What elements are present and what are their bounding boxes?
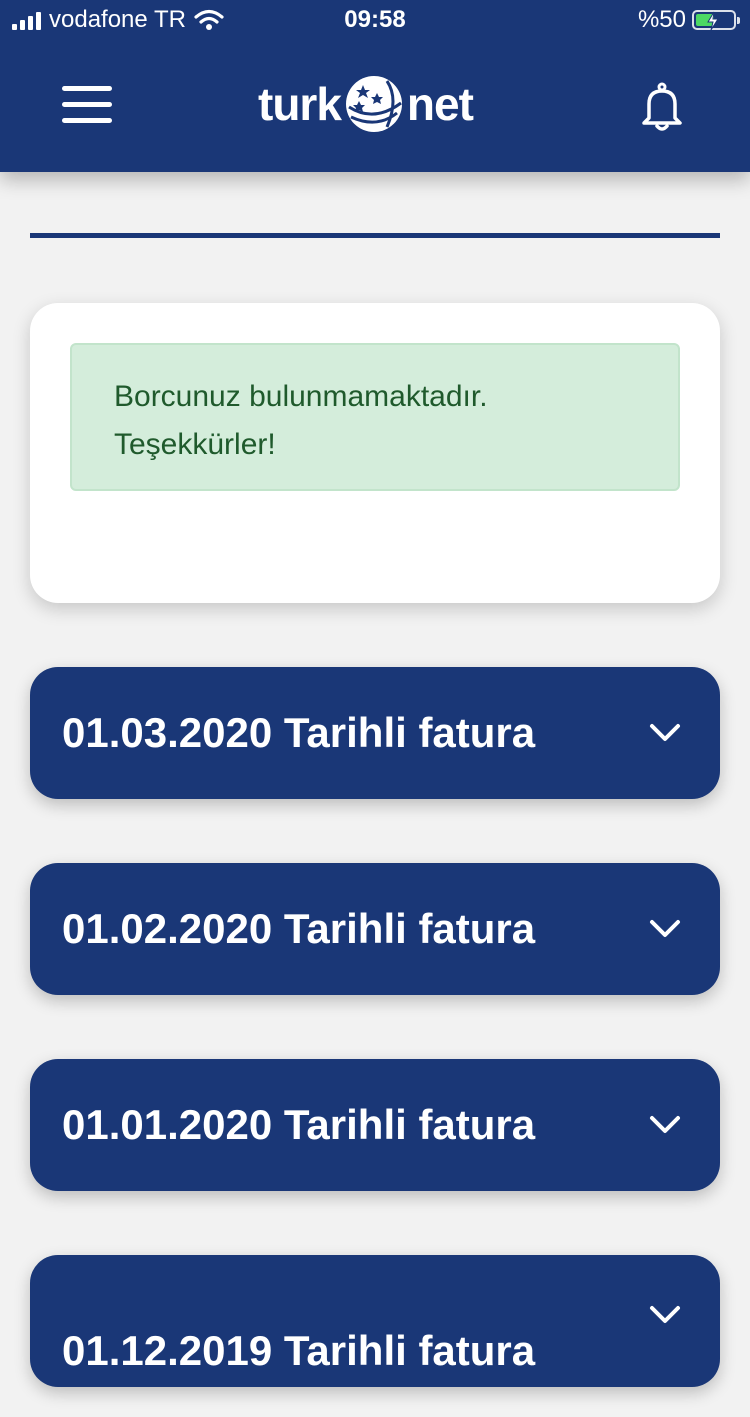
battery-percent: %50	[637, 6, 686, 33]
globe-icon	[345, 76, 402, 132]
no-debt-alert: Borcunuz bulunmamaktadır. Teşekkürler!	[70, 343, 680, 491]
battery-icon	[692, 10, 740, 31]
battery-info: %50	[637, 6, 740, 34]
logo-text-net: net	[406, 78, 474, 130]
page-content: Faturalarım Borcunuz bulunmamaktadır. Te…	[0, 0, 750, 1387]
turknet-logo[interactable]: turk net	[258, 68, 498, 140]
status-bar: vodafone TR 09:58 %50	[0, 0, 750, 42]
invoice-accordion-2019-12[interactable]: 01.12.2019 Tarihli fatura	[30, 1255, 720, 1387]
top-bar: vodafone TR 09:58 %50 turk net	[0, 0, 750, 172]
balance-card: Borcunuz bulunmamaktadır. Teşekkürler!	[30, 303, 720, 603]
chevron-down-icon	[650, 920, 680, 937]
title-divider	[30, 233, 720, 238]
bell-icon	[642, 82, 682, 131]
invoice-label: 01.12.2019 Tarihli fatura	[62, 1327, 536, 1374]
notifications-button[interactable]	[636, 82, 688, 134]
invoice-label: 01.03.2020 Tarihli fatura	[62, 709, 536, 756]
chevron-down-icon	[650, 724, 680, 741]
invoice-label: 01.02.2020 Tarihli fatura	[62, 905, 536, 952]
logo-text-turk: turk	[258, 78, 342, 130]
invoice-accordion-2020-01[interactable]: 01.01.2020 Tarihli fatura	[30, 1059, 720, 1191]
chevron-down-icon	[650, 1116, 680, 1133]
alert-line-2: Teşekkürler!	[114, 428, 276, 461]
app-header: turk net	[0, 42, 750, 172]
invoice-accordion-2020-03[interactable]: 01.03.2020 Tarihli fatura	[30, 667, 720, 799]
invoice-label: 01.01.2020 Tarihli fatura	[62, 1101, 536, 1148]
alert-line-1: Borcunuz bulunmamaktadır.	[114, 380, 488, 413]
chevron-down-icon	[650, 1306, 680, 1323]
invoice-accordion-2020-02[interactable]: 01.02.2020 Tarihli fatura	[30, 863, 720, 995]
hamburger-menu-button[interactable]	[62, 86, 112, 126]
